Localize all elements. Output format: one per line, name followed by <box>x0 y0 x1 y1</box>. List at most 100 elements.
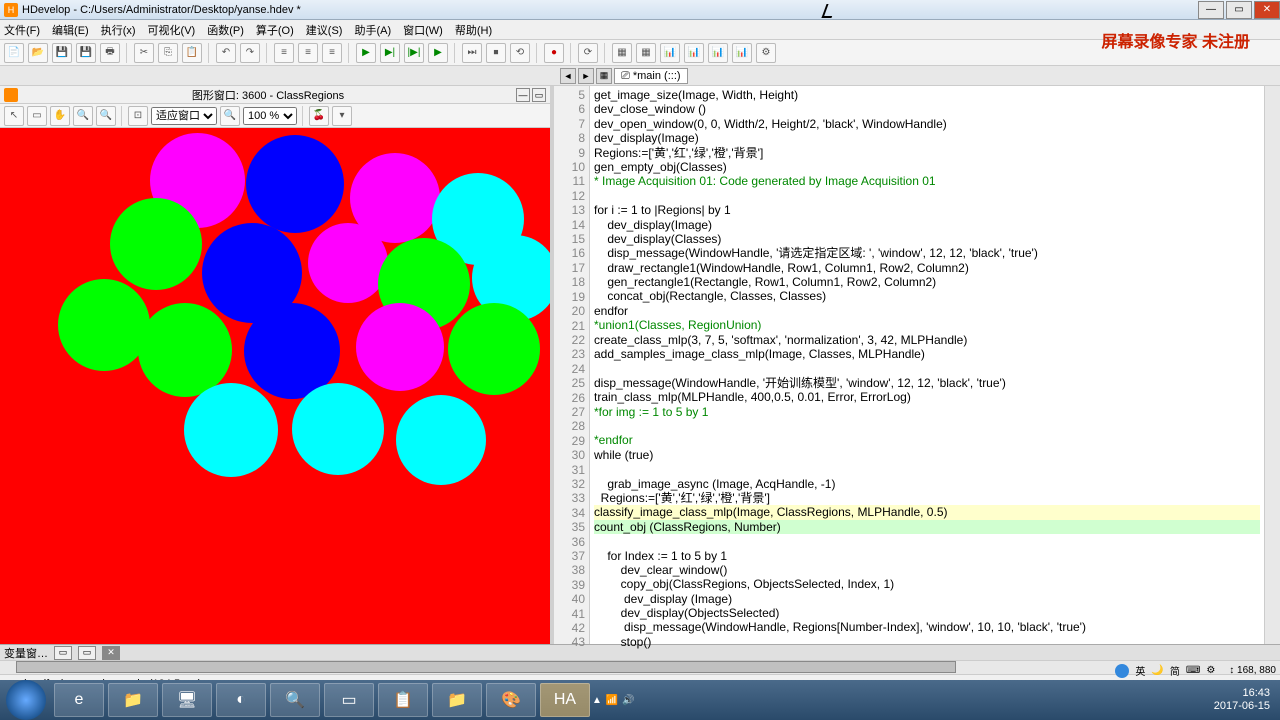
paste-icon[interactable]: 📋 <box>182 43 202 63</box>
code-line[interactable]: disp_message(WindowHandle, '开始训练模型', 'wi… <box>594 376 1260 390</box>
code-line[interactable]: Regions:=['黄','红','绿','橙','背景'] <box>594 491 1260 505</box>
keyboard-icon[interactable]: ⌨ <box>1186 665 1200 676</box>
code-line[interactable]: for i := 1 to |Regions| by 1 <box>594 203 1260 217</box>
breakpoint-icon[interactable]: ● <box>544 43 564 63</box>
cut-icon[interactable]: ✂ <box>134 43 154 63</box>
print-icon[interactable]: 🖶 <box>100 43 120 63</box>
zoomout-icon[interactable]: 🔍 <box>96 106 116 126</box>
graphics-canvas[interactable] <box>0 128 550 644</box>
code-line[interactable] <box>594 462 1260 476</box>
code-line[interactable] <box>594 189 1260 203</box>
code-line[interactable]: grab_image_async (Image, AcqHandle, -1) <box>594 477 1260 491</box>
chart3-icon[interactable]: 📊 <box>708 43 728 63</box>
fit-select[interactable]: 适应窗口 <box>151 107 217 125</box>
zoom-icon[interactable]: 🔍 <box>220 106 240 126</box>
hscrollbar[interactable] <box>0 660 1280 674</box>
code-line[interactable]: gen_rectangle1(Rectangle, Row1, Column1,… <box>594 275 1260 289</box>
menu-file[interactable]: 文件(F) <box>4 22 40 38</box>
close-button[interactable]: ✕ <box>1254 1 1280 19</box>
copy-icon[interactable]: ⎘ <box>158 43 178 63</box>
run-icon[interactable]: ▶ <box>356 43 376 63</box>
varwin-close-icon[interactable]: ✕ <box>102 646 120 660</box>
task-paint[interactable]: 🎨 <box>486 683 536 717</box>
menu-help[interactable]: 帮助(H) <box>455 22 492 38</box>
fit-icon[interactable]: ⊡ <box>128 106 148 126</box>
lang-cn[interactable]: 简 <box>1170 663 1180 678</box>
code-line[interactable]: *for img := 1 to 5 by 1 <box>594 405 1260 419</box>
net-icon[interactable]: 📶 <box>606 695 618 706</box>
code-line[interactable]: * Image Acquisition 01: Code generated b… <box>594 174 1260 188</box>
code-line[interactable]: dev_display (Image) <box>594 592 1260 606</box>
tray-icon[interactable] <box>1115 664 1129 678</box>
lang-en[interactable]: 英 <box>1135 663 1145 678</box>
graphics-min-icon[interactable]: — <box>516 88 530 102</box>
list2-icon[interactable]: ≡ <box>298 43 318 63</box>
code-line[interactable]: concat_obj(Rectangle, Classes, Classes) <box>594 289 1260 303</box>
pointer-icon[interactable]: ↖ <box>4 106 24 126</box>
settings-icon[interactable]: ⚙ <box>756 43 776 63</box>
win2-icon[interactable]: ▦ <box>636 43 656 63</box>
menu-vis[interactable]: 可视化(V) <box>148 22 196 38</box>
start-button[interactable] <box>6 680 46 720</box>
refresh-icon[interactable]: ⟳ <box>578 43 598 63</box>
save-icon[interactable]: 💾 <box>52 43 72 63</box>
code-line[interactable]: for Index := 1 to 5 by 1 <box>594 549 1260 563</box>
saveall-icon[interactable]: 💾 <box>76 43 96 63</box>
code-line[interactable]: while (true) <box>594 448 1260 462</box>
code-line[interactable] <box>594 534 1260 548</box>
code-line[interactable]: add_samples_image_class_mlp(Image, Class… <box>594 347 1260 361</box>
stepin-icon[interactable]: ▶ <box>428 43 448 63</box>
menu-op[interactable]: 算子(O) <box>256 22 294 38</box>
code-line[interactable]: dev_display(ObjectsSelected) <box>594 606 1260 620</box>
code-line[interactable]: disp_message(WindowHandle, '请选定指定区域: ', … <box>594 246 1260 260</box>
chart4-icon[interactable]: 📊 <box>732 43 752 63</box>
code-line[interactable]: dev_display(Image) <box>594 131 1260 145</box>
hand-icon[interactable]: ✋ <box>50 106 70 126</box>
code-line[interactable]: endfor <box>594 304 1260 318</box>
maximize-button[interactable]: ▭ <box>1226 1 1252 19</box>
task-app4[interactable]: 📋 <box>378 683 428 717</box>
skip-icon[interactable]: ⏭ <box>462 43 482 63</box>
zoomin-icon[interactable]: 🔍 <box>73 106 93 126</box>
moon-icon[interactable]: 🌙 <box>1151 665 1163 676</box>
nav-list-icon[interactable]: ▦ <box>596 68 612 84</box>
tab-main[interactable]: ⎚ *main (:::) <box>614 68 688 84</box>
code-line[interactable]: *endfor <box>594 433 1260 447</box>
code-line[interactable] <box>594 361 1260 375</box>
varwin-max-icon[interactable]: ▭ <box>78 646 96 660</box>
code-line[interactable]: Regions:=['黄','红','绿','橙','背景'] <box>594 146 1260 160</box>
list1-icon[interactable]: ≡ <box>274 43 294 63</box>
clock[interactable]: 16:43 2017-06-15 <box>1214 687 1280 713</box>
code-line[interactable]: train_class_mlp(MLPHandle, 400,0.5, 0.01… <box>594 390 1260 404</box>
menu-func[interactable]: 函数(P) <box>207 22 244 38</box>
graphics-max-icon[interactable]: ▭ <box>532 88 546 102</box>
zoom-select[interactable]: 100 % <box>243 107 297 125</box>
code-line[interactable]: *union1(Classes, RegionUnion) <box>594 318 1260 332</box>
flag-icon[interactable]: ▲ <box>592 695 602 706</box>
varwin-min-icon[interactable]: ▭ <box>54 646 72 660</box>
code-line[interactable]: dev_open_window(0, 0, Width/2, Height/2,… <box>594 117 1260 131</box>
rect-icon[interactable]: ▭ <box>27 106 47 126</box>
code-line[interactable]: disp_message(WindowHandle, Regions[Numbe… <box>594 620 1260 634</box>
code-line[interactable]: gen_empty_obj(Classes) <box>594 160 1260 174</box>
code-line[interactable]: dev_display(Classes) <box>594 232 1260 246</box>
stop-icon[interactable]: ⏹ <box>486 43 506 63</box>
chart1-icon[interactable]: 📊 <box>660 43 680 63</box>
code-line[interactable]: stop() <box>594 635 1260 649</box>
code-line[interactable]: draw_rectangle1(WindowHandle, Row1, Colu… <box>594 261 1260 275</box>
stepover-icon[interactable]: |▶| <box>404 43 424 63</box>
color-icon[interactable]: 🍒 <box>309 106 329 126</box>
code-line[interactable]: create_class_mlp(3, 7, 5, 'softmax', 'no… <box>594 333 1260 347</box>
redo-icon[interactable]: ↷ <box>240 43 260 63</box>
menu-sugg[interactable]: 建议(S) <box>306 22 343 38</box>
task-ie[interactable]: e <box>54 683 104 717</box>
task-hdevelop[interactable]: HA <box>540 683 590 717</box>
code-line[interactable]: dev_display(Image) <box>594 218 1260 232</box>
code-line[interactable]: count_obj (ClassRegions, Number) <box>594 520 1260 534</box>
new-icon[interactable]: 📄 <box>4 43 24 63</box>
code-line[interactable]: classify_image_class_mlp(Image, ClassReg… <box>594 505 1260 519</box>
sound-icon[interactable]: 🔊 <box>622 695 634 706</box>
list3-icon[interactable]: ≡ <box>322 43 342 63</box>
code-line[interactable]: dev_clear_window() <box>594 563 1260 577</box>
menu-asst[interactable]: 助手(A) <box>354 22 391 38</box>
